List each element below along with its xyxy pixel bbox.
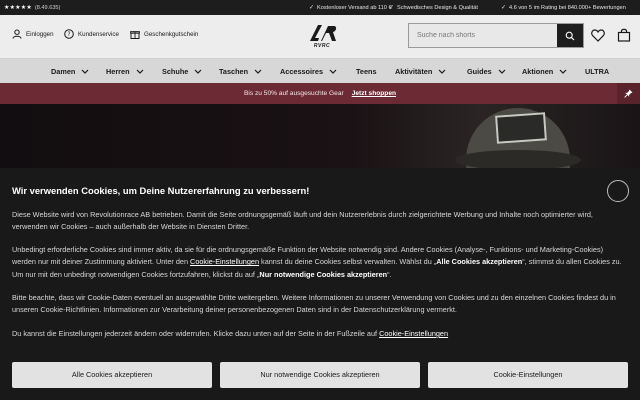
chevron-down-icon [438,69,446,74]
top-bar: ★★★★★ (8.49.635) ✓ Kostenloser Versand a… [0,0,640,15]
chevron-down-icon [254,69,262,74]
chevron-down-icon [329,69,337,74]
heart-icon [591,29,605,42]
nav-item-damen[interactable]: Damen [51,59,89,84]
chevron-down-icon [81,69,89,74]
cookie-paragraph-2: Unbedingt erforderliche Cookies sind imm… [12,244,626,281]
promo-banner: Bis zu 50% auf ausgesuchte Gear Jetzt sh… [0,83,640,104]
accept-necessary-button[interactable]: Nur notwendige Cookies akzeptieren [220,362,420,388]
cookie-paragraph-1: Diese Website wird von Revolutionrace AB… [12,210,593,232]
text: “. [387,269,392,279]
nav-item-taschen[interactable]: Taschen [219,59,262,84]
nav-label: Schuhe [162,67,189,76]
login-link[interactable]: Einloggen [12,29,54,39]
usp-label: 4.6 von 5 im Rating bei 840.000+ Bewertu… [509,4,626,11]
hero-cap-logo-patch [495,112,547,144]
chevron-down-icon [136,69,144,74]
logo-text: RVRC [313,43,331,49]
promo-text: Bis zu 50% auf ausgesuchte Gear [243,90,344,97]
cookie-settings-link[interactable]: Cookie-Einstellungen [379,329,448,338]
nav-label: ULTRA [585,67,610,76]
cart-button[interactable] [617,28,631,47]
wishlist-button[interactable] [591,29,605,47]
nav-label: Taschen [219,67,249,76]
nav-item-accessoires[interactable]: Accessoires [280,59,337,84]
main-nav: Damen Herren Schuhe Taschen Accessoires … [0,58,640,83]
nav-item-teens[interactable]: Teens [356,59,377,84]
pin-button[interactable] [617,83,640,104]
customer-service-link[interactable]: ? Kundenservice [64,29,119,39]
usp-shipping: ✓ Kostenloser Versand ab 110 € [309,0,392,15]
giftcard-label: Geschenkgutschein [144,30,199,38]
usp-design: ✓ Schwedisches Design & Qualität [389,0,478,15]
search-button[interactable] [557,24,583,47]
chevron-down-icon [194,69,202,74]
text: kannst du deine Cookies selbst verwalten… [259,257,437,267]
close-button[interactable] [607,180,629,202]
text: Du kannst die Einstellungen jederzeit än… [12,329,380,338]
hero-image [0,104,640,168]
nav-label: Damen [51,67,76,76]
cookie-settings-button[interactable]: Cookie-Einstellungen [428,362,628,388]
chevron-down-icon [498,69,506,74]
customer-service-label: Kundenservice [78,30,119,38]
check-icon: ✓ [501,5,507,11]
nav-item-aktivitaeten[interactable]: Aktivitäten [395,59,446,84]
cookie-paragraph-4: Du kannst die Einstellungen jederzeit än… [12,328,626,340]
usp-label: Kostenloser Versand ab 110 € [317,4,392,11]
svg-text:?: ? [67,31,70,38]
search-box[interactable] [408,23,584,48]
help-icon: ? [64,29,74,39]
user-icon [12,29,22,39]
nav-label: Aktivitäten [395,67,433,76]
nav-item-aktionen[interactable]: Aktionen [522,59,567,84]
login-label: Einloggen [26,30,54,38]
accept-all-button[interactable]: Alle Cookies akzeptieren [12,362,212,388]
nav-label: Guides [467,67,492,76]
shopping-bag-icon [617,28,631,42]
usp-label: Schwedisches Design & Qualität [397,4,478,11]
search-icon [565,31,575,40]
cookie-paragraph-3: Bitte beachte, dass wir Cookie-Daten eve… [12,293,616,315]
nav-item-ultra[interactable]: ULTRA [585,59,609,84]
chevron-down-icon [559,69,567,74]
giftcard-link[interactable]: Geschenkgutschein [130,29,198,39]
nav-item-herren[interactable]: Herren [106,59,144,84]
nav-label: Aktionen [522,67,554,76]
nav-item-guides[interactable]: Guides [467,59,506,84]
site-header: Einloggen ? Kundenservice Geschenkgutsch… [0,15,640,58]
nav-label: Herren [106,67,130,76]
check-icon: ✓ [389,5,395,11]
nav-item-schuhe[interactable]: Schuhe [162,59,202,84]
cookie-consent-dialog: Wir verwenden Cookies, um Deine Nutzerer… [0,168,640,400]
search-input[interactable] [409,24,557,47]
gift-icon [130,29,140,39]
promo-link[interactable]: Jetzt shoppen [352,90,396,97]
emphasis: Alle Cookies akzeptieren [436,257,523,267]
emphasis: Nur notwendige Cookies akzeptieren [259,269,388,279]
nav-label: Teens [356,67,377,76]
check-icon: ✓ [309,5,315,11]
brand-logo[interactable]: RVRC [306,23,338,51]
nav-label: Accessoires [280,67,324,76]
usp-rating: ✓ 4.6 von 5 im Rating bei 840.000+ Bewer… [501,0,626,15]
hero-cap-brim [455,150,581,168]
pin-icon [624,89,633,98]
rating-stars: ★★★★★ [4,5,32,11]
cookie-title: Wir verwenden Cookies, um Deine Nutzerer… [12,185,310,196]
rating-count: (8.49.635) [34,4,61,11]
cookie-settings-link[interactable]: Cookie-Einstellungen [190,257,259,266]
